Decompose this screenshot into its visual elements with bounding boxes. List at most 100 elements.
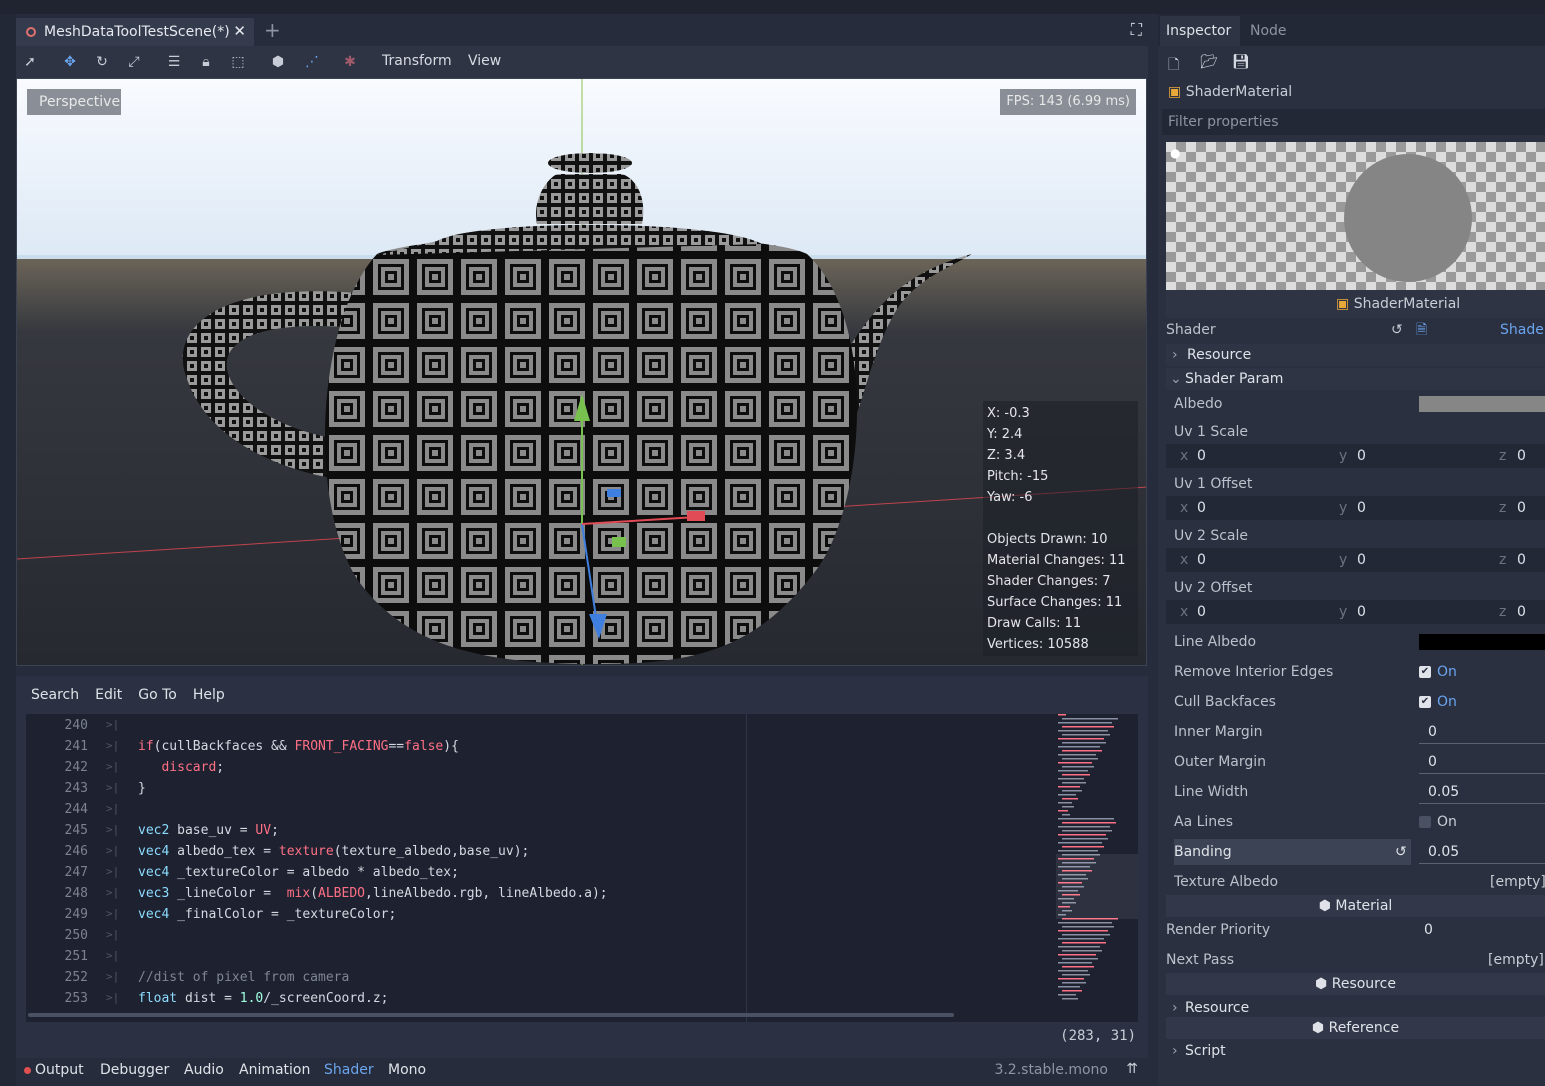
uv1-scale-y[interactable]: 0 <box>1357 444 1366 468</box>
resource-path[interactable]: ▣ ShaderMaterial <box>1168 78 1545 106</box>
line-albedo-color-swatch[interactable] <box>1419 634 1545 650</box>
banding-value[interactable]: 0.05 <box>1428 838 1459 866</box>
checkbox-checked-icon: ✔ <box>1419 666 1431 678</box>
script-row[interactable]: › Script <box>1166 1037 1545 1065</box>
uv2-scale-z[interactable]: 0 <box>1517 548 1526 572</box>
mono-tab[interactable]: Mono <box>388 1062 426 1078</box>
shader-param-section[interactable]: ⌄ Shader Param <box>1166 368 1545 390</box>
search-menu[interactable]: Search <box>31 687 79 703</box>
minimap-line <box>1058 842 1102 844</box>
move-tool-icon[interactable]: ✥ <box>60 52 80 72</box>
tab-marker-icon: >| <box>106 907 120 920</box>
select-tool-icon[interactable]: ➚ <box>20 52 40 72</box>
scene-tab[interactable]: MeshDataToolTestScene(*) ✕ <box>16 18 254 46</box>
shader-tab[interactable]: Shader <box>324 1062 374 1078</box>
add-tab-icon[interactable]: + <box>264 18 281 42</box>
debugger-tab[interactable]: Debugger <box>100 1062 169 1078</box>
help-menu[interactable]: Help <box>193 687 225 703</box>
uv2-offset-x[interactable]: 0 <box>1197 600 1206 624</box>
revert-icon[interactable]: ↺ <box>1395 838 1407 866</box>
3d-viewport[interactable]: Perspective FPS: 143 (6.99 ms) X: -0.3 Y… <box>16 78 1147 666</box>
line-width-slider[interactable] <box>1419 803 1545 804</box>
perspective-menu-button[interactable]: Perspective <box>27 89 121 115</box>
line-albedo-property: Line Albedo <box>1166 628 1545 656</box>
open-folder-icon[interactable]: 📂︎ <box>1200 54 1218 70</box>
shader-value-button[interactable]: Shader <box>1500 316 1545 344</box>
output-tab[interactable]: Output <box>24 1062 84 1078</box>
code-line[interactable]: vec4 _textureColor = albedo * albedo_tex… <box>138 865 459 880</box>
code-line[interactable]: vec4 _finalColor = _textureColor; <box>138 907 396 922</box>
uv1-scale-z[interactable]: 0 <box>1517 444 1526 468</box>
code-line[interactable]: vec4 albedo_tex = texture(texture_albedo… <box>138 844 529 859</box>
new-resource-icon[interactable]: 🗋 <box>1168 54 1179 78</box>
inner-margin-value[interactable]: 0 <box>1428 718 1437 746</box>
reference-section[interactable]: ⬢ Reference <box>1166 1017 1545 1039</box>
animation-tab[interactable]: Animation <box>239 1062 310 1078</box>
uv2-offset-y[interactable]: 0 <box>1357 600 1366 624</box>
uv2-offset-z[interactable]: 0 <box>1517 600 1526 624</box>
snap-icon[interactable]: ⋰ <box>302 52 322 72</box>
y-axis-label: y <box>1339 552 1348 568</box>
albedo-color-swatch[interactable] <box>1419 396 1545 412</box>
audio-tab[interactable]: Audio <box>184 1062 224 1078</box>
uv1-offset-z[interactable]: 0 <box>1517 496 1526 520</box>
filter-properties-input[interactable]: Filter properties <box>1162 109 1545 135</box>
next-pass-value[interactable]: [empty] <box>1488 946 1544 974</box>
render-priority-value[interactable]: 0 <box>1424 916 1433 944</box>
aa-lines-checkbox[interactable]: On <box>1419 808 1457 836</box>
list-select-icon[interactable]: ☰ <box>164 52 184 72</box>
tab-node[interactable]: Node <box>1250 16 1287 46</box>
horizontal-scrollbar[interactable] <box>28 1013 954 1017</box>
rotate-tool-icon[interactable]: ↻ <box>92 52 112 72</box>
lock-icon[interactable]: 🔒︎ <box>196 52 216 72</box>
uv1-offset-x[interactable]: 0 <box>1197 496 1206 520</box>
code-line[interactable]: //dist of pixel from camera <box>138 970 349 985</box>
inner-margin-slider[interactable] <box>1419 743 1545 744</box>
remove-interior-edges-checkbox[interactable]: ✔ On <box>1419 658 1457 686</box>
banding-slider[interactable] <box>1419 863 1545 864</box>
group-icon[interactable]: ⬚ <box>228 52 248 72</box>
material-section[interactable]: ⬢ Material <box>1166 895 1545 917</box>
shader-file-icon[interactable]: 🗎 <box>1416 316 1427 344</box>
reset-icon[interactable]: ↺ <box>1391 316 1403 344</box>
code-line[interactable]: discard; <box>138 760 224 775</box>
uv1-offset-field[interactable]: x0 y0 z0 <box>1166 496 1545 520</box>
goto-menu[interactable]: Go To <box>138 687 177 703</box>
tab-inspector[interactable]: Inspector <box>1160 16 1240 46</box>
uv2-scale-field[interactable]: x0 y0 z0 <box>1166 548 1545 572</box>
outer-margin-slider[interactable] <box>1419 773 1545 774</box>
code-minimap[interactable] <box>1056 714 1138 1004</box>
code-line[interactable]: vec2 base_uv = UV; <box>138 823 279 838</box>
edit-menu[interactable]: Edit <box>95 687 122 703</box>
code-line[interactable]: float dist = 1.0/_screenCoord.z; <box>138 991 388 1006</box>
code-editor[interactable]: 240 >| 241 >| if(cullBackfaces && FRONT_FACI… <box>26 714 1138 1022</box>
uv1-scale-x[interactable]: 0 <box>1197 444 1206 468</box>
transform-menu[interactable]: Transform <box>382 53 452 69</box>
texture-albedo-value[interactable]: [empty] <box>1490 868 1545 896</box>
resource-class-section[interactable]: ⬢ Resource <box>1166 973 1545 995</box>
save-icon[interactable]: 💾︎ <box>1232 54 1250 70</box>
cull-backfaces-checkbox[interactable]: ✔ On <box>1419 688 1457 716</box>
scale-tool-icon[interactable]: ⤢ <box>124 52 144 72</box>
uv2-scale-y[interactable]: 0 <box>1357 548 1366 572</box>
line-width-value[interactable]: 0.05 <box>1428 778 1459 806</box>
close-icon[interactable]: ✕ <box>233 22 246 40</box>
local-space-icon[interactable]: ⬢ <box>268 52 288 72</box>
fullscreen-icon[interactable]: ⛶ <box>1131 20 1142 40</box>
uv2-offset-field[interactable]: x0 y0 z0 <box>1166 600 1545 624</box>
pin-panel-icon[interactable]: ⇈ <box>1126 1061 1138 1077</box>
uv1-offset-y[interactable]: 0 <box>1357 496 1366 520</box>
line-number: 253 <box>64 991 88 1006</box>
view-menu[interactable]: View <box>468 53 501 69</box>
resource-section-collapsed[interactable]: › Resource <box>1166 344 1545 366</box>
code-line[interactable]: } <box>138 781 146 796</box>
minimap-line <box>1058 978 1084 980</box>
code-line[interactable]: if(cullBackfaces && FRONT_FACING==false)… <box>138 739 459 754</box>
uv2-scale-x[interactable]: 0 <box>1197 548 1206 572</box>
outer-margin-value[interactable]: 0 <box>1428 748 1437 776</box>
code-line[interactable]: vec3 _lineColor = mix(ALBEDO,lineAlbedo.… <box>138 886 608 901</box>
uv1-scale-field[interactable]: x0 y0 z0 <box>1166 444 1545 468</box>
light-toggle-icon[interactable]: ● <box>1170 146 1180 160</box>
camera-icon[interactable]: ✱ <box>340 52 360 72</box>
minimap-line <box>1058 970 1088 972</box>
